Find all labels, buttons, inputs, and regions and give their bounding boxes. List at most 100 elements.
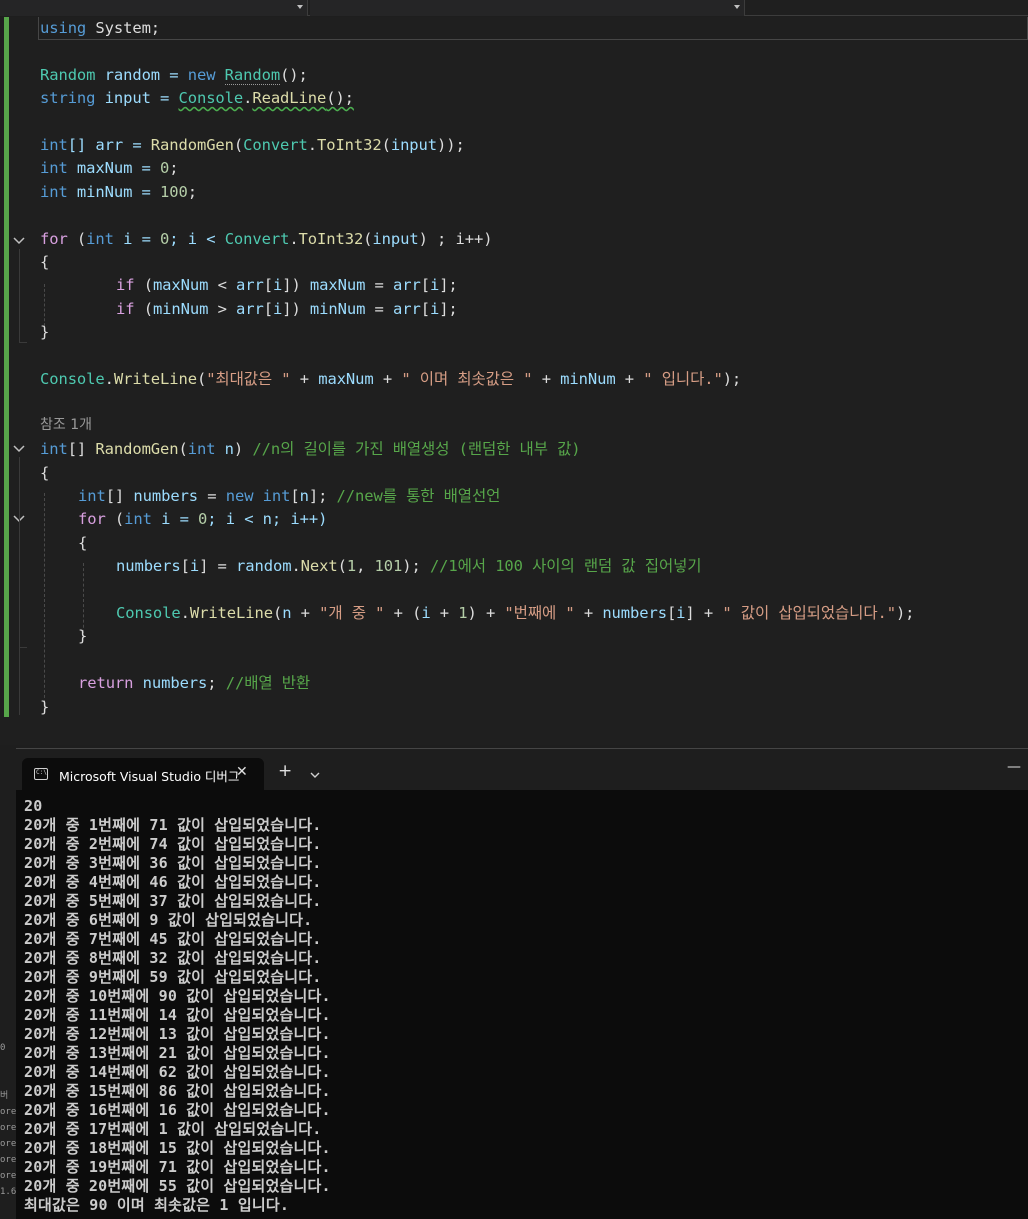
tab-title: Microsoft Visual Studio 디버그 — [59, 769, 240, 784]
code-token: int — [40, 440, 68, 459]
code-token: i — [421, 604, 431, 622]
new-tab-icon[interactable]: + — [278, 763, 292, 780]
terminal-window: Microsoft Visual Studio 디버그 ✕ + — 2020개 … — [16, 748, 1028, 1219]
code-token: " 값이 삽입되었습니다." — [722, 604, 896, 622]
code-token: Next — [300, 557, 338, 576]
code-token: minNum — [152, 299, 209, 318]
code-token: Convert — [224, 229, 290, 248]
code-line: int[] numbers = new int[n]; //new를 통한 배열… — [78, 485, 500, 508]
close-icon[interactable]: ✕ — [236, 764, 248, 780]
code-token: (); — [280, 65, 308, 84]
code-token: [] — [67, 440, 96, 459]
member-dropdown[interactable] — [310, 0, 745, 16]
code-token: n — [224, 440, 234, 459]
code-token: arr — [236, 276, 264, 295]
code-line: for (int i = 0; i < n; i++) — [78, 508, 327, 531]
code-token: ) — [233, 440, 253, 459]
minimize-icon[interactable]: — — [1007, 759, 1021, 775]
code-token: ( — [105, 510, 125, 529]
code-token: [] — [105, 487, 134, 505]
code-token: + — [430, 604, 459, 622]
current-line-highlight — [38, 17, 1028, 40]
code-token: [ — [290, 487, 300, 505]
code-token: + — [373, 370, 402, 388]
code-token: new — [225, 487, 254, 505]
code-token: + — [532, 370, 561, 388]
code-token: numbers — [602, 604, 667, 622]
code-token: } — [40, 697, 50, 716]
code-token: if — [116, 299, 135, 318]
code-token: Convert — [243, 136, 308, 154]
code-token: = — [365, 276, 394, 295]
code-token: ) ; i++) — [418, 229, 493, 248]
code-token: + — [615, 370, 644, 388]
console-line: 20개 중 16번째에 16 값이 삽입되었습니다. — [24, 1101, 331, 1119]
code-line: if (minNum > arr[i]) minNum = arr[i]; — [116, 298, 458, 321]
code-editor[interactable]: 참조 1개 using System; Random random = new R… — [0, 17, 1028, 745]
code-token: ; i < — [169, 229, 225, 248]
code-token: maxNum — [152, 276, 209, 295]
code-token: minNum — [309, 299, 366, 318]
fold-guide — [19, 249, 20, 342]
strip-text: ore — [0, 1139, 16, 1149]
code-token: int — [40, 159, 68, 178]
strip-text: ore — [0, 1171, 16, 1181]
collapse-chevron-icon[interactable] — [12, 233, 26, 247]
code-token: i — [429, 299, 440, 318]
code-token: arr — [236, 299, 264, 318]
chevron-down-icon — [734, 5, 740, 9]
code-token: [ — [263, 299, 273, 318]
code-token: //1에서 100 사이의 랜덤 값 집어넣기 — [429, 557, 702, 576]
console-line: 20개 중 20번째에 55 값이 삽입되었습니다. — [24, 1177, 331, 1195]
code-token: string — [40, 89, 96, 108]
console-line: 20개 중 1번째에 71 값이 삽입되었습니다. — [24, 816, 322, 834]
code-token: i — [189, 557, 200, 576]
code-token: if — [116, 276, 135, 295]
code-line: if (maxNum < arr[i]) maxNum = arr[i]; — [116, 274, 458, 297]
console-line: 20개 중 17번째에 1 값이 삽입되었습니다. — [24, 1120, 322, 1138]
strip-text — [0, 1056, 16, 1072]
code-token: ( — [178, 440, 188, 459]
code-token: [ — [420, 299, 430, 318]
code-token: ]; — [439, 299, 458, 318]
chevron-down-icon — [297, 5, 303, 9]
type-dropdown[interactable] — [0, 0, 308, 16]
code-token: ]) — [282, 276, 310, 295]
console-line: 20개 중 13번째에 21 값이 삽입되었습니다. — [24, 1044, 331, 1062]
code-token: ); — [402, 557, 430, 576]
code-token: 101 — [374, 557, 403, 576]
code-token: maxNum = — [67, 159, 161, 178]
collapse-chevron-icon[interactable] — [12, 441, 26, 455]
code-line: return numbers; //배열 반환 — [78, 672, 310, 695]
codelens-reference-count[interactable]: 참조 1개 — [40, 414, 92, 434]
code-token: "최대값은 " — [206, 370, 291, 388]
code-token: ( — [272, 604, 283, 622]
console-line: 20개 중 18번째에 15 값이 삽입되었습니다. — [24, 1139, 331, 1157]
chevron-down-icon[interactable] — [309, 765, 321, 784]
code-token: Console — [116, 604, 181, 622]
strip-text: ore — [0, 1107, 16, 1117]
code-token: . — [289, 229, 299, 248]
code-token: . — [104, 370, 114, 388]
code-token: ToInt32 — [316, 136, 382, 154]
code-token: n — [299, 487, 309, 505]
code-token: } — [40, 323, 50, 342]
terminal-tab[interactable]: Microsoft Visual Studio 디버그 ✕ — [22, 758, 264, 791]
code-token: 0 — [160, 159, 170, 178]
code-token: ( — [134, 276, 153, 295]
code-token: int — [40, 182, 68, 201]
code-token: i — [272, 276, 283, 295]
code-line: numbers[i] = random.Next(1, 101); //1에서 … — [116, 555, 702, 578]
code-token: //배열 반환 — [225, 674, 311, 693]
code-token: i = — [151, 510, 199, 529]
code-token: . — [180, 604, 190, 622]
code-token: [ — [263, 276, 273, 295]
code-token: arr — [393, 299, 421, 318]
code-token: 1 — [346, 557, 357, 576]
editor-navigation-bar — [0, 0, 1028, 16]
code-line: int[] RandomGen(int n) //n의 길이를 가진 배열생성 … — [40, 438, 581, 461]
code-token: RandomGen — [95, 440, 179, 459]
background-window-strip: 0 버 ore ore ore ore ore 1.6 — [0, 1040, 16, 1219]
